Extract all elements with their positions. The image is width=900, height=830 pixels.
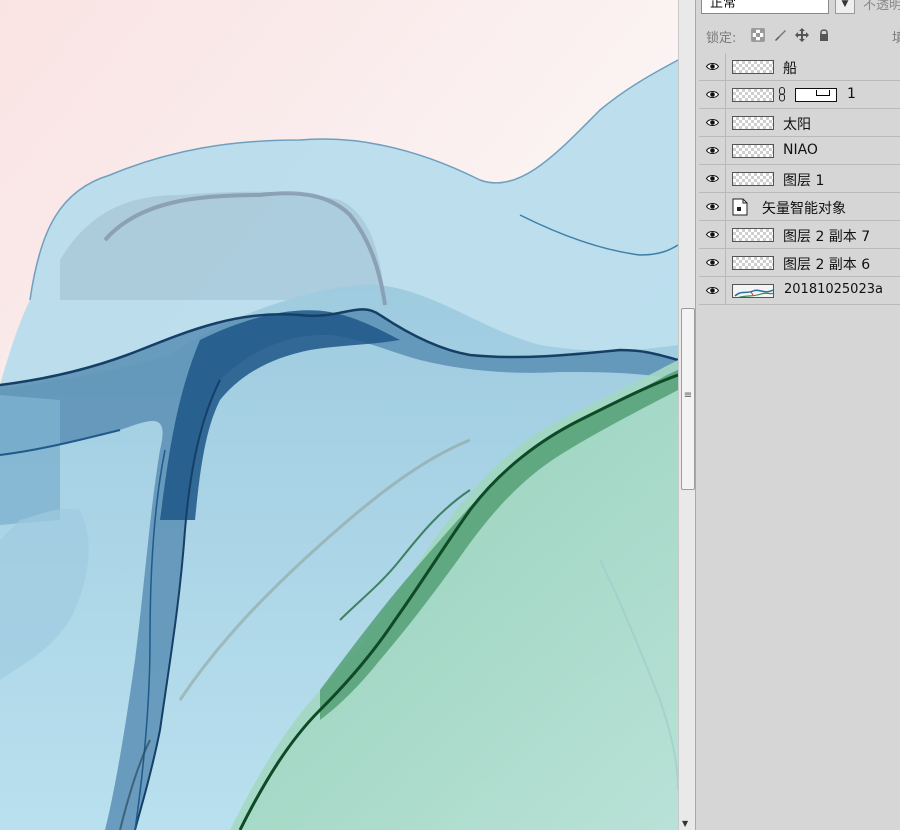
opacity-label: 不透明: [863, 0, 900, 13]
blend-options-row: 正常 ▼ 不透明: [696, 0, 900, 18]
visibility-toggle[interactable]: [699, 277, 726, 304]
layer-name[interactable]: 太阳: [783, 114, 811, 134]
eye-icon[interactable]: [706, 62, 719, 71]
layers-panel: 正常 ▼ 不透明 锁定: 填 船 1 太阳 NIAO 图层 1 矢量智能对象 图…: [696, 0, 900, 830]
lock-row: 锁定: 填: [696, 22, 900, 48]
fill-label: 填: [892, 31, 900, 46]
layer-name[interactable]: NIAO: [783, 142, 818, 158]
alcohol-ink-artwork: [0, 0, 678, 830]
eye-icon[interactable]: [706, 258, 719, 267]
visibility-toggle[interactable]: [699, 109, 726, 136]
visibility-toggle[interactable]: [699, 53, 726, 80]
layer-name[interactable]: 图层 1: [783, 170, 824, 190]
visibility-toggle[interactable]: [699, 221, 726, 248]
layer-name[interactable]: 矢量智能对象: [762, 198, 846, 218]
visibility-toggle[interactable]: [699, 249, 726, 276]
layer-row[interactable]: 矢量智能对象: [699, 193, 900, 221]
layer-row[interactable]: 图层 1: [699, 165, 900, 193]
eye-icon[interactable]: [706, 286, 719, 295]
layer-row[interactable]: 1: [699, 81, 900, 109]
visibility-toggle[interactable]: [699, 165, 726, 192]
layer-name[interactable]: 20181025023a: [784, 282, 883, 297]
layer-name[interactable]: 1: [847, 86, 856, 102]
document-canvas[interactable]: [0, 0, 678, 830]
artwork-thumbnail-icon: [734, 289, 773, 297]
layer-thumbnail: [732, 172, 774, 186]
eye-icon[interactable]: [706, 118, 719, 127]
lock-label: 锁定:: [706, 31, 737, 46]
scroll-down-arrow-icon[interactable]: ▼: [682, 819, 688, 828]
layers-list: 船 1 太阳 NIAO 图层 1 矢量智能对象 图层 2 副本 7 图层 2 副…: [699, 53, 900, 305]
lock-image-pixels-icon[interactable]: [773, 28, 787, 42]
scrollbar-thumb[interactable]: ≡: [681, 308, 695, 490]
layer-mask-thumbnail[interactable]: [795, 88, 837, 102]
lock-all-icon[interactable]: [817, 28, 831, 42]
layer-row[interactable]: 20181025023a: [699, 277, 900, 305]
visibility-toggle[interactable]: [699, 137, 726, 164]
eye-icon[interactable]: [706, 146, 719, 155]
layer-row[interactable]: 图层 2 副本 6: [699, 249, 900, 277]
layer-name[interactable]: 图层 2 副本 7: [783, 226, 870, 246]
image-thumbnail: [732, 284, 774, 298]
visibility-toggle[interactable]: [699, 81, 726, 108]
layer-row[interactable]: 船: [699, 53, 900, 81]
lock-position-icon[interactable]: [795, 28, 809, 42]
layer-thumbnail: [732, 60, 774, 74]
grip-icon: ≡: [683, 390, 693, 401]
layer-row[interactable]: 图层 2 副本 7: [699, 221, 900, 249]
layer-thumbnail: [732, 144, 774, 158]
eye-icon[interactable]: [706, 174, 719, 183]
visibility-toggle[interactable]: [699, 193, 726, 220]
eye-icon[interactable]: [706, 230, 719, 239]
layer-name[interactable]: 船: [783, 58, 797, 78]
layer-thumbnail: [732, 228, 774, 242]
layer-thumbnail: [732, 88, 774, 102]
smart-object-icon: [732, 198, 748, 216]
layer-name[interactable]: 图层 2 副本 6: [783, 254, 870, 274]
eye-icon[interactable]: [706, 90, 719, 99]
lock-transparent-pixels-icon[interactable]: [751, 28, 765, 42]
chevron-down-icon[interactable]: ▼: [835, 0, 855, 14]
layer-row[interactable]: 太阳: [699, 109, 900, 137]
vertical-scrollbar[interactable]: ≡ ▼: [678, 0, 696, 830]
layer-row[interactable]: NIAO: [699, 137, 900, 165]
eye-icon[interactable]: [706, 202, 719, 211]
layer-thumbnail: [732, 116, 774, 130]
link-icon[interactable]: [778, 87, 786, 102]
blend-mode-select[interactable]: 正常: [701, 0, 829, 14]
mask-shape: [816, 90, 830, 96]
layer-thumbnail: [732, 256, 774, 270]
